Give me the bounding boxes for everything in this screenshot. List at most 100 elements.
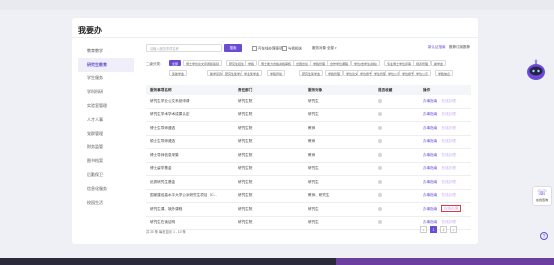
service-target: 研究生 (304, 202, 374, 217)
table-row: 博士留学基金 研究生院 研究生 办事指南 在线办理 (146, 162, 471, 176)
category-tag[interactable]: 出国出境 (293, 60, 312, 66)
favorite-icon[interactable] (378, 220, 382, 225)
online-link[interactable]: 在线办理 (441, 139, 455, 143)
column-header: 操作 (419, 85, 471, 95)
online-link[interactable]: 在线办理 (441, 153, 455, 157)
sidebar-item[interactable]: 图书档案 (78, 154, 134, 168)
category-tag[interactable]: 博士能力合格资格审核 (258, 60, 295, 66)
online-link[interactable]: 在线办理 (441, 220, 455, 224)
page-title: 我要办 (78, 26, 102, 35)
guide-link[interactable]: 办事指南 (423, 220, 437, 224)
category-tag[interactable]: 专业博士学位评审 (384, 60, 415, 66)
sidebar-item-active[interactable]: 研究生教育 (78, 57, 134, 72)
sidebar-item[interactable]: 教育教学 (78, 44, 134, 58)
sidebar-item[interactable]: 后勤保卫 (78, 168, 134, 182)
page-1-button[interactable]: 1 (430, 226, 437, 233)
online-link[interactable]: 在线办理 (441, 126, 455, 130)
sidebar-item[interactable]: 学生服务 (78, 72, 134, 86)
target-filter[interactable]: 服务对象 全部 ▾ (312, 46, 336, 51)
favorite-icon[interactable] (378, 166, 382, 171)
category-tag[interactable]: 学位公示 (413, 70, 432, 76)
service-name[interactable]: 硕士生导师遴选 (146, 135, 234, 149)
service-name[interactable]: 博士生导师遴选 (146, 121, 234, 136)
checkbox-icon (282, 46, 287, 51)
service-name[interactable]: 博士留学基金 (146, 162, 234, 176)
guide-link[interactable]: 办事指南 (423, 180, 437, 184)
sidebar-item[interactable]: 实验室管理 (78, 99, 134, 113)
sidebar-item[interactable]: 学科科研 (78, 85, 134, 99)
sidebar-item[interactable]: 信息化服务 (78, 182, 134, 196)
guide-link[interactable]: 办事指南 (423, 166, 437, 170)
search-button[interactable]: 搜索 (224, 44, 242, 52)
favorite-icon[interactable] (378, 206, 382, 211)
service-name[interactable]: 研究生在读证明 (146, 216, 234, 230)
online-link[interactable]: 在线办理 (441, 99, 455, 103)
guide-link[interactable]: 办事指南 (423, 126, 437, 130)
recommend-link[interactable]: 推荐订阅推荐 (449, 45, 470, 50)
page-2-button[interactable]: 2 (440, 226, 447, 233)
consult-widget[interactable]: ☏ 在线咨询 (532, 186, 552, 206)
column-header: 责任部门 (234, 85, 304, 95)
column-header: 服务事项名称 (146, 85, 234, 95)
favorite-icon[interactable] (378, 152, 382, 157)
category-tag[interactable]: 学籍信息 (435, 70, 454, 76)
online-link[interactable]: 在线办理 (441, 193, 455, 197)
category-tag[interactable]: 研究生招生 (226, 60, 248, 66)
online-link-highlighted[interactable]: 在线办理 (441, 205, 461, 213)
online-link[interactable]: 在线办理 (441, 166, 455, 170)
service-name[interactable]: 研究生学业公文系统申请 (146, 95, 234, 109)
sidebar-item[interactable]: 财务监管 (78, 141, 134, 155)
sidebar-item[interactable]: 校园生活 (78, 196, 134, 210)
category-tag[interactable]: 全部 (169, 60, 182, 66)
favorite-icon[interactable] (378, 139, 382, 144)
category-tag[interactable]: 助学金 (431, 60, 447, 66)
service-target: 研究生 (304, 216, 374, 230)
service-target: 教师 (304, 121, 374, 136)
assistant-robot-icon[interactable] (524, 58, 548, 82)
guide-link[interactable]: 办事指南 (423, 153, 437, 157)
category-tag[interactable]: 奖助学金 (169, 70, 188, 76)
service-name[interactable]: 优秀研究生基金 (146, 175, 234, 190)
service-name[interactable]: 研究生学术学术成果认定 (146, 108, 234, 122)
next-page-button[interactable]: > (450, 226, 457, 233)
service-name[interactable]: 博士导师信息采集 (146, 148, 234, 163)
category-tag[interactable]: 学业奖学金 (241, 70, 263, 76)
search-input[interactable]: 请输入服务事项名称 (146, 44, 222, 52)
category-tag[interactable]: 学籍管理 (310, 60, 329, 66)
sidebar-item[interactable]: 党群管理 (78, 127, 134, 141)
category-label: 二级分类: (146, 62, 161, 66)
guide-link[interactable]: 办事指南 (423, 139, 437, 143)
favorite-icon[interactable] (378, 112, 382, 117)
category-tag[interactable]: 学籍 (245, 60, 258, 66)
favorite-cell (374, 148, 419, 163)
ops-cell: 办事指南 在线办理 (419, 121, 471, 136)
online-link[interactable]: 在线办理 (441, 112, 455, 116)
service-name[interactable]: 研究生课、境外课程 (146, 202, 234, 217)
favorite-icon[interactable] (378, 125, 382, 130)
online-link[interactable]: 在线办理 (441, 180, 455, 184)
help-icon[interactable]: ? (540, 232, 548, 240)
favorite-icon[interactable] (378, 193, 382, 198)
category-tag[interactable]: 博士学位论文评阅和答辩 (183, 60, 223, 66)
sidebar-item[interactable]: 人才人事 (78, 113, 134, 127)
category-tag[interactable]: 合作学位课程 (327, 60, 352, 66)
online-filter[interactable]: 可在线办理事项 (252, 46, 283, 51)
service-name[interactable]: 国家建设高水平大学公派研究生项目（C... (146, 189, 234, 203)
guide-link[interactable]: 办事指南 (423, 112, 437, 116)
category-tag[interactable]: 培养管理 (413, 60, 432, 66)
service-dept: 研究生院 (234, 135, 304, 149)
new-guide-link[interactable]: 新认证指南 (428, 45, 446, 50)
category-tag[interactable]: 学位(含学生资格) (351, 60, 380, 66)
prev-page-button[interactable]: < (420, 226, 427, 233)
favorite-icon[interactable] (378, 98, 382, 103)
category-tag[interactable]: 学籍异动 (267, 70, 286, 76)
favorite-filter[interactable]: 与我相关 (282, 46, 302, 51)
guide-link[interactable]: 办事指南 (423, 99, 437, 103)
favorite-cell (374, 189, 419, 203)
category-tag[interactable]: 研究生奖学金 (299, 70, 324, 76)
favorite-icon[interactable] (378, 179, 382, 184)
table-header-row: 服务事项名称 责任部门 服务对象 是否收藏 操作 (146, 85, 471, 95)
guide-link[interactable]: 办事指南 (423, 193, 437, 197)
guide-link[interactable]: 办事指南 (423, 207, 437, 211)
category-tag[interactable]: 学籍管理 (325, 70, 344, 76)
